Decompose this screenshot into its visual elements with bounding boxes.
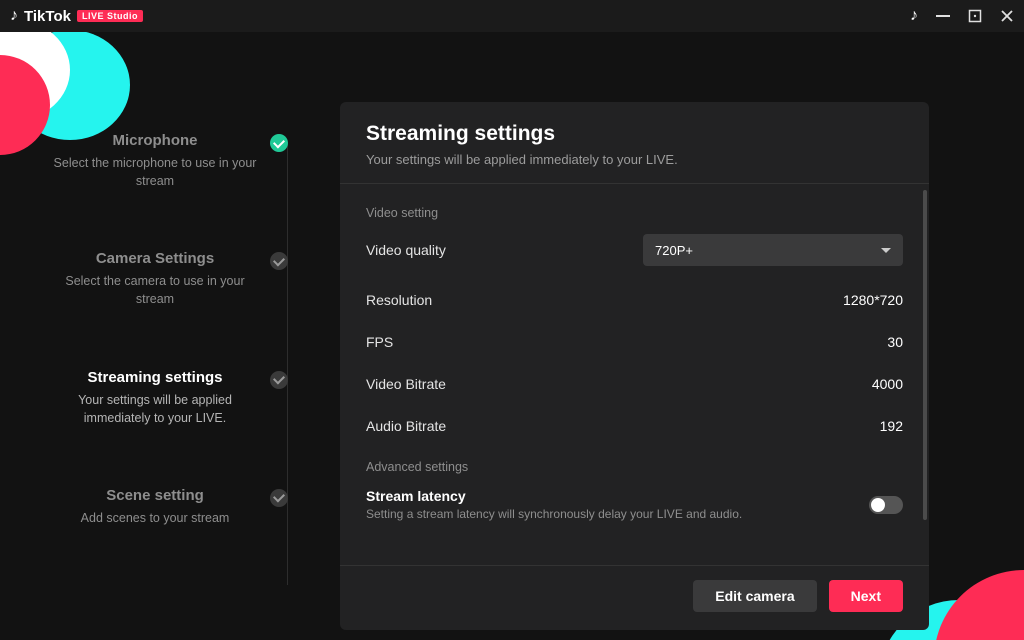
app-brand: ♪ TikTok LIVE Studio — [10, 7, 143, 25]
video-bitrate-value: 4000 — [872, 376, 903, 392]
step-scene-setting[interactable]: Scene setting Add scenes to your stream — [50, 487, 290, 527]
video-quality-value: 720P+ — [655, 243, 693, 258]
fps-value: 30 — [887, 334, 903, 350]
next-button[interactable]: Next — [829, 580, 903, 612]
step-title: Scene setting — [50, 487, 260, 504]
window-maximize-button[interactable] — [968, 9, 982, 23]
step-pending-icon — [270, 489, 288, 507]
video-bitrate-label: Video Bitrate — [366, 376, 446, 392]
audio-bitrate-value: 192 — [880, 418, 903, 434]
edit-camera-button[interactable]: Edit camera — [693, 580, 816, 612]
fps-label: FPS — [366, 334, 393, 350]
step-title: Microphone — [50, 132, 260, 149]
app-name: TikTok — [24, 8, 71, 25]
window-minimize-button[interactable] — [936, 15, 950, 17]
step-pending-icon — [270, 252, 288, 270]
step-camera-settings[interactable]: Camera Settings Select the camera to use… — [50, 250, 290, 308]
step-desc: Select the camera to use in your stream — [50, 272, 260, 308]
section-video-setting: Video setting — [366, 206, 903, 220]
step-desc: Select the microphone to use in your str… — [50, 154, 260, 190]
row-resolution: Resolution 1280*720 — [366, 292, 903, 308]
panel-subtitle: Your settings will be applied immediatel… — [366, 152, 903, 167]
step-desc: Your settings will be applied immediatel… — [50, 391, 260, 427]
row-video-quality: Video quality 720P+ — [366, 234, 903, 266]
row-stream-latency: Stream latency Setting a stream latency … — [366, 488, 903, 521]
title-bar: ♪ TikTok LIVE Studio ♪ — [0, 0, 1024, 32]
app-tag: LIVE Studio — [77, 10, 143, 22]
scrollbar[interactable] — [923, 190, 927, 520]
row-fps: FPS 30 — [366, 334, 903, 350]
row-audio-bitrate: Audio Bitrate 192 — [366, 418, 903, 434]
stream-latency-title: Stream latency — [366, 488, 742, 504]
audio-bitrate-label: Audio Bitrate — [366, 418, 446, 434]
step-complete-icon — [270, 134, 288, 152]
section-advanced-settings: Advanced settings — [366, 460, 903, 474]
step-streaming-settings[interactable]: Streaming settings Your settings will be… — [50, 369, 290, 427]
step-title: Streaming settings — [50, 369, 260, 386]
stream-latency-toggle[interactable] — [869, 496, 903, 514]
chevron-down-icon — [881, 248, 891, 253]
resolution-value: 1280*720 — [843, 292, 903, 308]
panel-title: Streaming settings — [366, 122, 903, 146]
toggle-knob — [871, 498, 885, 512]
tiktok-logo-icon: ♪ — [10, 7, 18, 25]
step-microphone[interactable]: Microphone Select the microphone to use … — [50, 132, 290, 190]
step-pending-icon — [270, 371, 288, 389]
step-desc: Add scenes to your stream — [50, 509, 260, 527]
row-video-bitrate: Video Bitrate 4000 — [366, 376, 903, 392]
video-quality-select[interactable]: 720P+ — [643, 234, 903, 266]
wizard-sidebar: Microphone Select the microphone to use … — [0, 32, 290, 640]
window-close-button[interactable] — [1000, 9, 1014, 23]
resolution-label: Resolution — [366, 292, 432, 308]
tiktok-mini-logo-icon: ♪ — [910, 7, 918, 25]
video-quality-label: Video quality — [366, 242, 446, 258]
settings-panel: Streaming settings Your settings will be… — [340, 102, 929, 630]
stream-latency-desc: Setting a stream latency will synchronou… — [366, 507, 742, 521]
step-title: Camera Settings — [50, 250, 260, 267]
